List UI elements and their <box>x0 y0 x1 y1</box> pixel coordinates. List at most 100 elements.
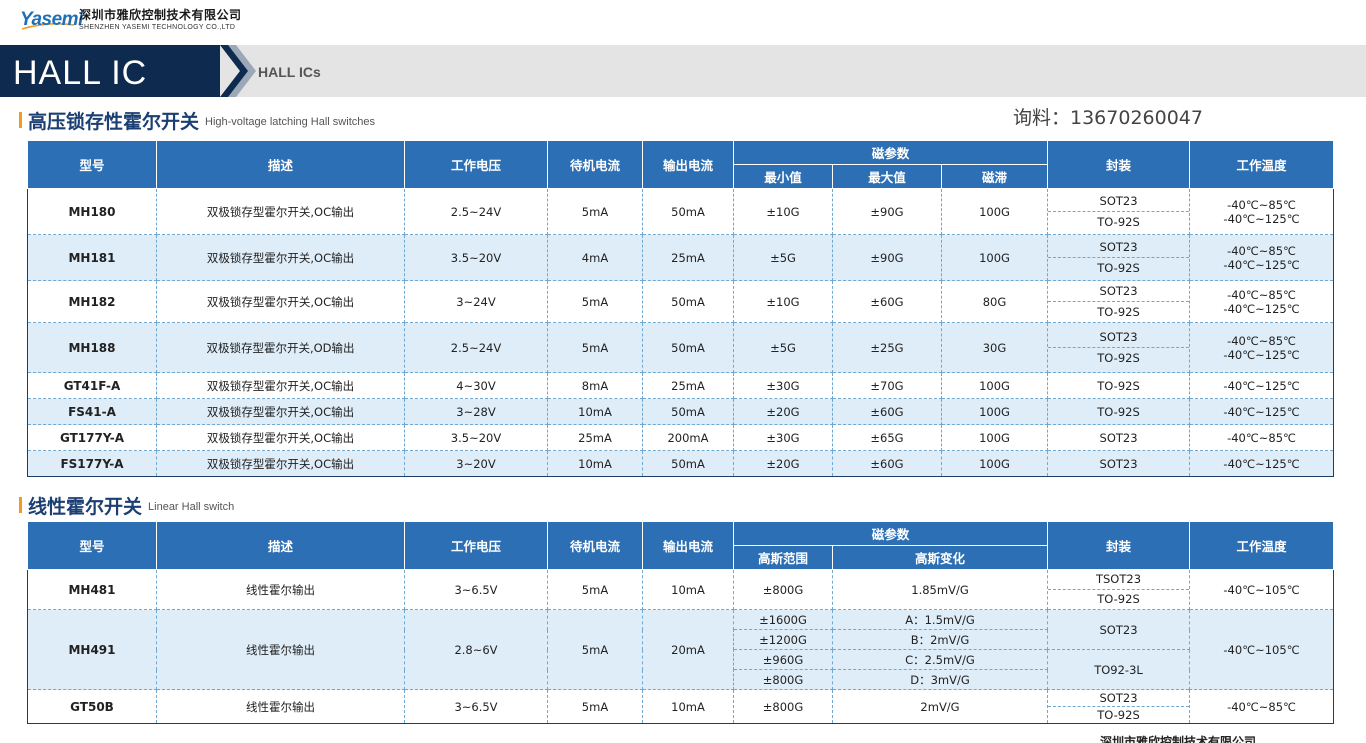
banner-title: HALL IC <box>13 54 148 92</box>
cell-model: GT50B <box>27 689 157 724</box>
cell-package: TSOT23 TO-92S <box>1047 569 1191 610</box>
col-header-standby: 待机电流 <box>547 140 643 189</box>
cell-model: FS41-A <box>27 398 157 425</box>
contact-phone: 询料：13670260047 <box>1013 107 1203 129</box>
cell-standby: 4mA <box>547 234 643 281</box>
cell-hyst: 100G <box>940 398 1049 425</box>
cell-output: 25mA <box>642 372 734 399</box>
company-logo: Yasemi <box>20 9 83 33</box>
col-header-desc: 描述 <box>156 140 405 189</box>
package-option: TO-92S <box>1048 301 1190 322</box>
cell-model: MH491 <box>27 609 157 690</box>
col-header-change: 高斯变化 <box>831 545 1049 570</box>
cell-model: GT41F-A <box>27 372 157 399</box>
table-row: FS177Y-A 双极锁存型霍尔开关,OC输出 3~20V 10mA 50mA ±20G ±… <box>27 450 1335 477</box>
package-option: TO-92S <box>1048 706 1190 723</box>
col-header-temp: 工作温度 <box>1189 521 1335 570</box>
cell-max: ±70G <box>832 372 942 399</box>
cell-gauss-change: 2mV/G <box>831 689 1049 724</box>
cell-desc: 双极锁存型霍尔开关,OC输出 <box>156 280 405 323</box>
package-option: TO-92S <box>1048 347 1190 368</box>
cell-temp: -40℃~85℃ -40℃~125℃ <box>1189 188 1335 235</box>
cell-output: 50mA <box>642 188 734 235</box>
section-title-cn: 线性霍尔开关 <box>28 495 143 518</box>
cell-voltage: 3.5~20V <box>404 234 548 281</box>
cell-voltage: 3~24V <box>404 280 548 323</box>
cell-output: 10mA <box>642 689 734 724</box>
cell-gauss-range: ±800G <box>733 689 833 724</box>
cell-temp: -40℃~125℃ <box>1189 398 1335 425</box>
temp-range: -40℃~85℃ <box>1227 243 1296 258</box>
col-header-output: 输出电流 <box>642 140 734 189</box>
section-title-en: High-voltage latching Hall switches <box>205 116 375 128</box>
cell-gauss-range: ±960G <box>733 649 833 670</box>
cell-package: TO-92S <box>1047 372 1191 399</box>
cell-output: 20mA <box>642 609 734 690</box>
cell-package: SOT23 TO-92S <box>1047 234 1191 281</box>
linear-hall-table: 型号 描述 工作电压 待机电流 输出电流 磁参数 封装 工作温度 高斯范围 高斯… <box>27 521 1335 724</box>
cell-hyst: 100G <box>940 372 1049 399</box>
cell-min: ±5G <box>733 322 833 373</box>
cell-package: SOT23 TO-92S <box>1047 322 1191 373</box>
cell-model: MH188 <box>27 322 157 373</box>
cell-package: TO-92S <box>1047 398 1191 425</box>
cell-voltage: 2.8~6V <box>404 609 548 690</box>
cell-package: SOT23 <box>1047 609 1191 650</box>
cell-hyst: 100G <box>940 424 1049 451</box>
cell-min: ±30G <box>733 424 833 451</box>
cell-voltage: 3~28V <box>404 398 548 425</box>
cell-output: 50mA <box>642 280 734 323</box>
cell-max: ±65G <box>832 424 942 451</box>
table-row: MH180 双极锁存型霍尔开关,OC输出 2.5~24V 5mA 50mA ±10G ±90… <box>27 188 1335 235</box>
package-option: SOT23 <box>1099 284 1138 298</box>
cell-hyst: 100G <box>940 234 1049 281</box>
logo-text: Yasemi <box>20 9 83 30</box>
cell-gauss-range: ±1200G <box>733 629 833 650</box>
cell-desc: 双极锁存型霍尔开关,OC输出 <box>156 398 405 425</box>
table-row: MH491 线性霍尔输出 2.8~6V 5mA 20mA ±1600G A：1.5mV/G S… <box>27 609 1335 690</box>
package-option: TO-92S <box>1048 589 1190 609</box>
cell-gauss-change: A：1.5mV/G <box>831 609 1049 630</box>
col-header-magnetic: 磁参数 <box>732 521 1049 546</box>
banner-chevron-icon <box>220 45 256 97</box>
cell-max: ±25G <box>832 322 942 373</box>
temp-range: -40℃~85℃ <box>1227 333 1296 348</box>
cell-model: MH181 <box>27 234 157 281</box>
cell-output: 25mA <box>642 234 734 281</box>
temp-range: -40℃~125℃ <box>1223 211 1300 226</box>
section-title-linear: 线性霍尔开关 Linear Hall switch <box>19 493 234 518</box>
cell-output: 10mA <box>642 569 734 610</box>
cell-temp: -40℃~85℃ -40℃~125℃ <box>1189 234 1335 281</box>
latching-hall-table: 型号 描述 工作电压 待机电流 输出电流 磁参数 封装 工作温度 最小值 最大值… <box>27 140 1335 477</box>
cell-min: ±30G <box>733 372 833 399</box>
company-name-en: SHENZHEN YASEMI TECHNOLOGY CO.,LTD <box>79 24 236 31</box>
table-row: GT177Y-A 双极锁存型霍尔开关,OC输出 3.5~20V 25mA 200mA ±3… <box>27 424 1335 451</box>
cell-gauss-change: D：3mV/G <box>831 669 1049 690</box>
cell-output: 50mA <box>642 322 734 373</box>
cell-model: FS177Y-A <box>27 450 157 477</box>
cell-voltage: 3~6.5V <box>404 569 548 610</box>
cell-desc: 双极锁存型霍尔开关,OC输出 <box>156 188 405 235</box>
cell-gauss-change: B：2mV/G <box>831 629 1049 650</box>
cell-voltage: 4~30V <box>404 372 548 399</box>
package-option: SOT23 <box>1099 194 1138 208</box>
cell-temp: -40℃~105℃ <box>1189 569 1335 610</box>
company-name-cn: 深圳市雅欣控制技术有限公司 <box>79 8 242 22</box>
cell-min: ±10G <box>733 280 833 323</box>
cell-voltage: 2.5~24V <box>404 188 548 235</box>
section-title-latching: 高压锁存性霍尔开关 High-voltage latching Hall swi… <box>19 108 375 133</box>
cell-max: ±90G <box>832 234 942 281</box>
cell-voltage: 3~6.5V <box>404 689 548 724</box>
cell-temp: -40℃~85℃ -40℃~125℃ <box>1189 280 1335 323</box>
col-header-output: 输出电流 <box>642 521 734 570</box>
cell-model: MH481 <box>27 569 157 610</box>
cell-package: SOT23 TO-92S <box>1047 188 1191 235</box>
package-option: SOT23 <box>1099 691 1138 705</box>
cell-output: 50mA <box>642 450 734 477</box>
temp-range: -40℃~125℃ <box>1223 301 1300 316</box>
section-title-cn: 高压锁存性霍尔开关 <box>28 110 200 133</box>
linear-table-body: MH481 线性霍尔输出 3~6.5V 5mA 10mA ±800G 1.85mV/G TSO… <box>27 569 1335 724</box>
cell-standby: 5mA <box>547 689 643 724</box>
cell-package: SOT23 TO-92S <box>1047 280 1191 323</box>
cell-max: ±60G <box>832 450 942 477</box>
